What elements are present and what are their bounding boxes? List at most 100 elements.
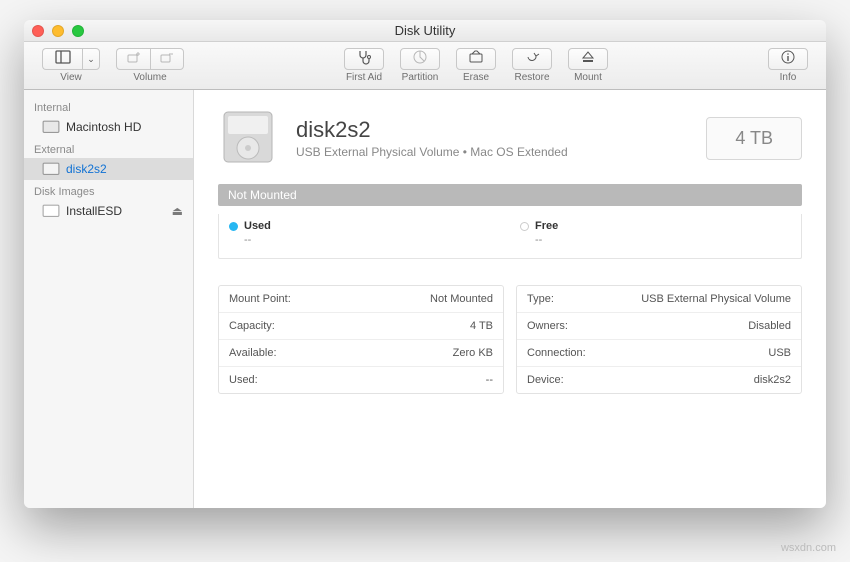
sidebar-icon	[55, 49, 71, 70]
volume-remove-button[interactable]	[150, 48, 184, 70]
restore-group: Restore	[512, 48, 552, 83]
info-value: USB	[768, 347, 791, 359]
info-row: Owners: Disabled	[517, 313, 801, 340]
volume-minus-icon	[159, 49, 175, 70]
view-label: View	[60, 72, 82, 83]
usage-used: Used --	[219, 214, 510, 258]
eject-icon[interactable]: ⏏	[172, 204, 183, 218]
sidebar-header-external: External	[24, 138, 193, 158]
info-label: Used:	[229, 374, 258, 386]
titlebar: Disk Utility	[24, 20, 826, 42]
volume-name: disk2s2	[296, 117, 568, 143]
free-label: Free	[535, 220, 558, 232]
toolbar: ⌄ View Volume First Aid Partition Erase	[24, 42, 826, 90]
info-row: Capacity: 4 TB	[219, 313, 503, 340]
disk-image-icon	[42, 204, 60, 218]
info-label: Capacity:	[229, 320, 275, 332]
restore-icon	[524, 49, 540, 70]
info-button[interactable]	[768, 48, 808, 70]
usage-free: Free --	[510, 214, 801, 258]
volume-plus-icon	[126, 49, 142, 70]
mount-button[interactable]	[568, 48, 608, 70]
sidebar-header-internal: Internal	[24, 96, 193, 116]
info-group: Info	[768, 48, 808, 83]
erase-icon	[468, 49, 484, 70]
info-label: Info	[780, 72, 797, 83]
mount-group: Mount	[568, 48, 608, 83]
volume-header: disk2s2 USB External Physical Volume • M…	[218, 108, 802, 168]
info-label: Owners:	[527, 320, 568, 332]
info-grid: Mount Point: Not Mounted Capacity: 4 TB Av…	[218, 285, 802, 394]
restore-label: Restore	[514, 72, 549, 83]
info-value: Disabled	[748, 320, 791, 332]
volume-title-block: disk2s2 USB External Physical Volume • M…	[296, 117, 568, 159]
status-bar: Not Mounted	[218, 184, 802, 206]
used-swatch-icon	[229, 222, 238, 231]
info-value: --	[486, 374, 493, 386]
free-swatch-icon	[520, 222, 529, 231]
pie-icon	[412, 49, 428, 70]
disk-utility-window: Disk Utility ⌄ View Volume First	[24, 20, 826, 508]
erase-label: Erase	[463, 72, 489, 83]
chevron-down-icon: ⌄	[87, 54, 95, 65]
info-label: Mount Point:	[229, 293, 291, 305]
external-disk-icon	[42, 162, 60, 176]
info-table-right: Type: USB External Physical Volume Owners…	[516, 285, 802, 394]
used-value: --	[244, 234, 500, 246]
firstaid-label: First Aid	[346, 72, 382, 83]
info-row: Mount Point: Not Mounted	[219, 286, 503, 313]
volume-group: Volume	[116, 48, 184, 83]
sidebar-item-installesd[interactable]: InstallESD ⏏	[24, 200, 193, 222]
main-panel: disk2s2 USB External Physical Volume • M…	[194, 90, 826, 508]
info-value: 4 TB	[470, 320, 493, 332]
info-value: Zero KB	[453, 347, 493, 359]
sidebar: Internal Macintosh HD External disk2s2 D…	[24, 90, 194, 508]
info-icon	[780, 49, 796, 70]
sidebar-header-diskimages: Disk Images	[24, 180, 193, 200]
volume-disk-icon	[218, 108, 278, 168]
view-dropdown[interactable]: ⌄	[82, 48, 100, 70]
firstaid-button[interactable]	[344, 48, 384, 70]
volume-label: Volume	[133, 72, 166, 83]
firstaid-group: First Aid	[344, 48, 384, 83]
used-label: Used	[244, 220, 271, 232]
mount-icon	[580, 49, 596, 70]
info-value: Not Mounted	[430, 293, 493, 305]
window-title: Disk Utility	[24, 23, 826, 38]
info-value: USB External Physical Volume	[641, 293, 791, 305]
capacity-badge: 4 TB	[706, 117, 802, 160]
partition-button[interactable]	[400, 48, 440, 70]
info-row: Available: Zero KB	[219, 340, 503, 367]
internal-disk-icon	[42, 120, 60, 134]
restore-button[interactable]	[512, 48, 552, 70]
info-label: Connection:	[527, 347, 586, 359]
sidebar-item-macintosh-hd[interactable]: Macintosh HD	[24, 116, 193, 138]
mount-label: Mount	[574, 72, 602, 83]
content: Internal Macintosh HD External disk2s2 D…	[24, 90, 826, 508]
free-value: --	[535, 234, 791, 246]
view-button[interactable]	[42, 48, 82, 70]
usage-section: Used -- Free --	[218, 214, 802, 259]
info-row: Used: --	[219, 367, 503, 393]
sidebar-item-label: InstallESD	[66, 204, 122, 218]
info-value: disk2s2	[754, 374, 791, 386]
partition-label: Partition	[402, 72, 439, 83]
sidebar-item-disk2s2[interactable]: disk2s2	[24, 158, 193, 180]
volume-add-button[interactable]	[116, 48, 150, 70]
info-row: Device: disk2s2	[517, 367, 801, 393]
erase-button[interactable]	[456, 48, 496, 70]
info-label: Type:	[527, 293, 554, 305]
info-label: Available:	[229, 347, 277, 359]
stethoscope-icon	[356, 49, 372, 70]
sidebar-item-label: Macintosh HD	[66, 120, 141, 134]
partition-group: Partition	[400, 48, 440, 83]
erase-group: Erase	[456, 48, 496, 83]
view-group: ⌄ View	[42, 48, 100, 83]
sidebar-item-label: disk2s2	[66, 162, 107, 176]
info-row: Connection: USB	[517, 340, 801, 367]
info-row: Type: USB External Physical Volume	[517, 286, 801, 313]
volume-subtitle: USB External Physical Volume • Mac OS Ex…	[296, 145, 568, 159]
watermark: wsxdn.com	[781, 542, 836, 554]
info-table-left: Mount Point: Not Mounted Capacity: 4 TB Av…	[218, 285, 504, 394]
info-label: Device:	[527, 374, 564, 386]
